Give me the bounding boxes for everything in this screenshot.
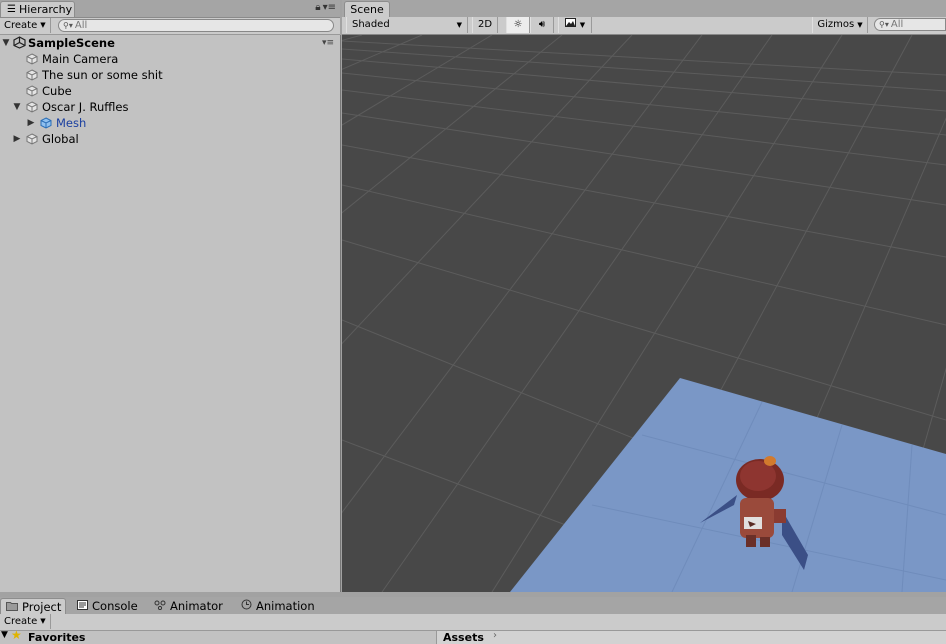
foldout-closed-icon[interactable]: ▶ [12, 131, 22, 147]
gameobject-icon [26, 69, 38, 81]
scene-search-input[interactable]: ⚲▾ All [874, 18, 946, 31]
console-icon [77, 598, 88, 614]
scene-name: SampleScene [28, 36, 115, 50]
tab-animator-label: Animator [170, 599, 223, 613]
chevron-down-icon: ▼ [579, 21, 586, 29]
foldout-closed-icon[interactable]: ▶ [26, 115, 36, 131]
chevron-right-icon: › [493, 630, 497, 641]
tab-animation-label: Animation [256, 599, 315, 613]
star-icon: ★ [11, 628, 22, 642]
gameobject-icon [26, 53, 38, 65]
chevron-down-icon: ▼ [40, 21, 46, 29]
hierarchy-item[interactable]: Cube [0, 83, 340, 99]
tab-project-label: Project [22, 599, 62, 614]
chevron-down-icon: ▼ [40, 617, 46, 625]
list-icon: ☰ [7, 3, 16, 15]
hierarchy-item-label: Cube [42, 84, 72, 98]
folder-icon [6, 599, 18, 615]
panel-menu-icon[interactable]: ▾≡ [323, 2, 336, 13]
search-icon: ⚲▾ [879, 20, 889, 29]
prefab-icon [40, 117, 52, 129]
lighting-toggle[interactable]: ☼ [506, 17, 530, 33]
animator-icon [154, 598, 166, 614]
project-toolbar: Create ▼ [0, 614, 946, 631]
scene-toolbar: Shaded ▼ 2D ☼ 🔊︎ ▼ Gizmos ▼ ⚲▾ All [342, 17, 946, 35]
bottom-tabbar: Project Console Animator Animation [0, 597, 946, 614]
hierarchy-item-label: The sun or some shit [42, 68, 163, 82]
hierarchy-tree: ▼ SampleScene ▾≡ Main Camera The sun or … [0, 35, 341, 592]
hierarchy-item-label: Mesh [56, 116, 87, 130]
audio-toggle[interactable]: 🔊︎ [530, 17, 554, 33]
scene-menu-icon[interactable]: ▾≡ [322, 35, 334, 51]
tab-scene[interactable]: Scene [344, 1, 390, 17]
search-icon: ⚲▾ [63, 21, 73, 30]
tab-hierarchy-label: Hierarchy [18, 2, 73, 16]
clock-icon [241, 598, 252, 614]
effects-dropdown[interactable]: ▼ [558, 17, 592, 33]
assets-label[interactable]: Assets [443, 631, 484, 644]
mode-2d-label: 2D [477, 19, 493, 30]
lock-icon[interactable]: 🔒︎ [315, 2, 320, 13]
scene-root-row[interactable]: ▼ SampleScene ▾≡ [0, 35, 340, 51]
foldout-open-icon[interactable]: ▼ [1, 630, 8, 640]
mode-2d-button[interactable]: 2D [472, 17, 498, 33]
chevron-down-icon: ▼ [857, 21, 863, 29]
gameobject-icon [26, 133, 38, 145]
gameobject-icon [26, 85, 38, 97]
gameobject-icon [26, 101, 38, 113]
chevron-down-icon: ▼ [456, 21, 462, 29]
hierarchy-item[interactable]: ▼ Oscar J. Ruffles [0, 99, 340, 115]
sun-icon: ☼ [513, 19, 523, 30]
assets-breadcrumb: Assets › [436, 630, 946, 644]
project-create-button[interactable]: Create ▼ [0, 614, 51, 629]
create-label: Create [4, 20, 38, 31]
tab-hierarchy[interactable]: ☰ Hierarchy [0, 1, 75, 17]
speaker-icon: 🔊︎ [538, 19, 546, 30]
hierarchy-search-input[interactable]: ⚲▾ All [58, 19, 334, 32]
tab-console[interactable]: Console [77, 598, 138, 614]
hierarchy-item-label: Oscar J. Ruffles [42, 100, 129, 114]
tab-animator[interactable]: Animator [154, 598, 223, 614]
foldout-open-icon[interactable]: ▼ [1, 35, 11, 51]
tab-scene-label: Scene [350, 2, 384, 16]
hierarchy-item[interactable]: The sun or some shit [0, 67, 340, 83]
tab-project[interactable]: Project [0, 598, 66, 614]
tab-console-label: Console [92, 599, 138, 613]
hierarchy-item-label: Global [42, 132, 79, 146]
hierarchy-create-button[interactable]: Create ▼ [0, 18, 51, 33]
tab-animation[interactable]: Animation [241, 598, 315, 614]
foldout-open-icon[interactable]: ▼ [12, 99, 22, 115]
shading-mode-label: Shaded [352, 19, 390, 30]
favorites-label[interactable]: Favorites [28, 631, 85, 644]
search-placeholder: All [890, 19, 904, 30]
scene-tabbar: Scene [342, 0, 946, 18]
scene-viewport[interactable] [342, 35, 946, 592]
hierarchy-tabbar: ☰ Hierarchy 🔒︎ ▾≡ [0, 0, 340, 18]
shading-mode-dropdown[interactable]: Shaded ▼ [346, 17, 468, 33]
image-icon [564, 17, 576, 33]
hierarchy-item[interactable]: ▶ Global [0, 131, 340, 147]
search-placeholder: All [74, 20, 88, 31]
hierarchy-toolbar: Create ▼ ⚲▾ All [0, 18, 340, 35]
hierarchy-item[interactable]: ▶ Mesh [0, 115, 340, 131]
gizmos-label: Gizmos [817, 19, 855, 30]
hierarchy-item[interactable]: Main Camera [0, 51, 340, 67]
create-label: Create [4, 616, 38, 627]
hierarchy-item-label: Main Camera [42, 52, 119, 66]
scene-canvas [342, 35, 946, 592]
gizmos-dropdown[interactable]: Gizmos ▼ [812, 17, 868, 33]
